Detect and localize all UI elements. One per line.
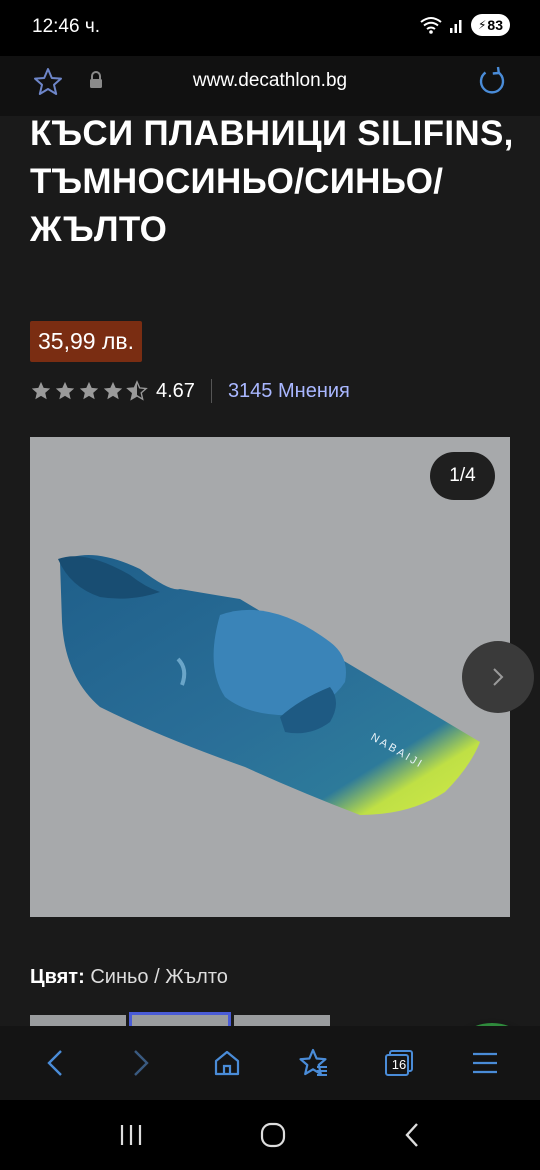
color-label: Цвят: [30, 966, 85, 988]
product-title: КЪСИ ПЛАВНИЦИ SILIFINS, ТЪМНОСИНЬО/СИНЬО… [30, 116, 514, 249]
half-star-icon [126, 380, 148, 401]
color-swatch[interactable] [234, 1015, 330, 1026]
battery-indicator: ⚡ 83 [470, 14, 510, 36]
product-image: NABAIJI [58, 554, 480, 815]
wifi-icon [420, 17, 442, 34]
color-selector-label: Цвят: Синьо / Жълто [30, 966, 228, 989]
star-icon [79, 381, 99, 400]
battery-level: 83 [487, 17, 503, 33]
bookmarks-button[interactable] [285, 1035, 341, 1091]
rating-divider [210, 379, 212, 403]
gallery-counter: 1/4 [430, 452, 495, 500]
reload-icon[interactable] [476, 64, 508, 103]
browser-toolbar: 16 [0, 1026, 540, 1100]
forward-icon [134, 1050, 149, 1076]
color-swatch-selected[interactable] [129, 1012, 231, 1026]
bookmarks-icon [299, 1048, 327, 1076]
home-icon [214, 1050, 240, 1076]
menu-button[interactable] [457, 1035, 513, 1091]
system-navigation [0, 1100, 540, 1170]
home-button[interactable] [199, 1035, 255, 1091]
home-circle-icon[interactable] [259, 1121, 287, 1149]
reviews-link[interactable]: 3145 Мнения [228, 380, 350, 403]
star-icon [55, 381, 75, 400]
status-time: 12:46 ч. [32, 16, 101, 37]
rating-value: 4.67 [156, 379, 195, 402]
tabs-button[interactable]: 16 [371, 1035, 427, 1091]
color-value: Синьо / Жълто [90, 966, 228, 988]
back-button[interactable] [27, 1035, 83, 1091]
gallery-next-button[interactable] [462, 641, 534, 713]
price-badge: 35,99 лв. [30, 321, 142, 362]
forward-button[interactable] [113, 1035, 169, 1091]
rating-stars [30, 380, 148, 402]
url-text[interactable]: www.decathlon.bg [0, 70, 540, 92]
menu-icon [473, 1052, 497, 1074]
url-bar: www.decathlon.bg [0, 56, 540, 116]
rating-row: 4.67 3145 Мнения [30, 376, 350, 406]
status-bar: 12:46 ч. ⚡ 83 [0, 0, 540, 56]
back-icon [47, 1050, 62, 1076]
star-icon [31, 381, 51, 400]
system-back-icon[interactable] [402, 1121, 422, 1149]
star-icon [103, 381, 123, 400]
tabs-count: 16 [391, 1057, 407, 1072]
charging-icon: ⚡ [477, 18, 487, 32]
status-icons: ⚡ 83 [419, 14, 510, 36]
product-page: КЪСИ ПЛАВНИЦИ SILIFINS, ТЪМНОСИНЬО/СИНЬО… [0, 116, 540, 1026]
recent-apps-icon[interactable] [118, 1123, 144, 1147]
color-swatches [30, 1012, 330, 1026]
chevron-right-icon [493, 668, 504, 686]
signal-icon [449, 20, 462, 33]
product-gallery[interactable]: NABAIJI 1/4 [30, 437, 510, 917]
color-swatch[interactable] [30, 1015, 126, 1026]
